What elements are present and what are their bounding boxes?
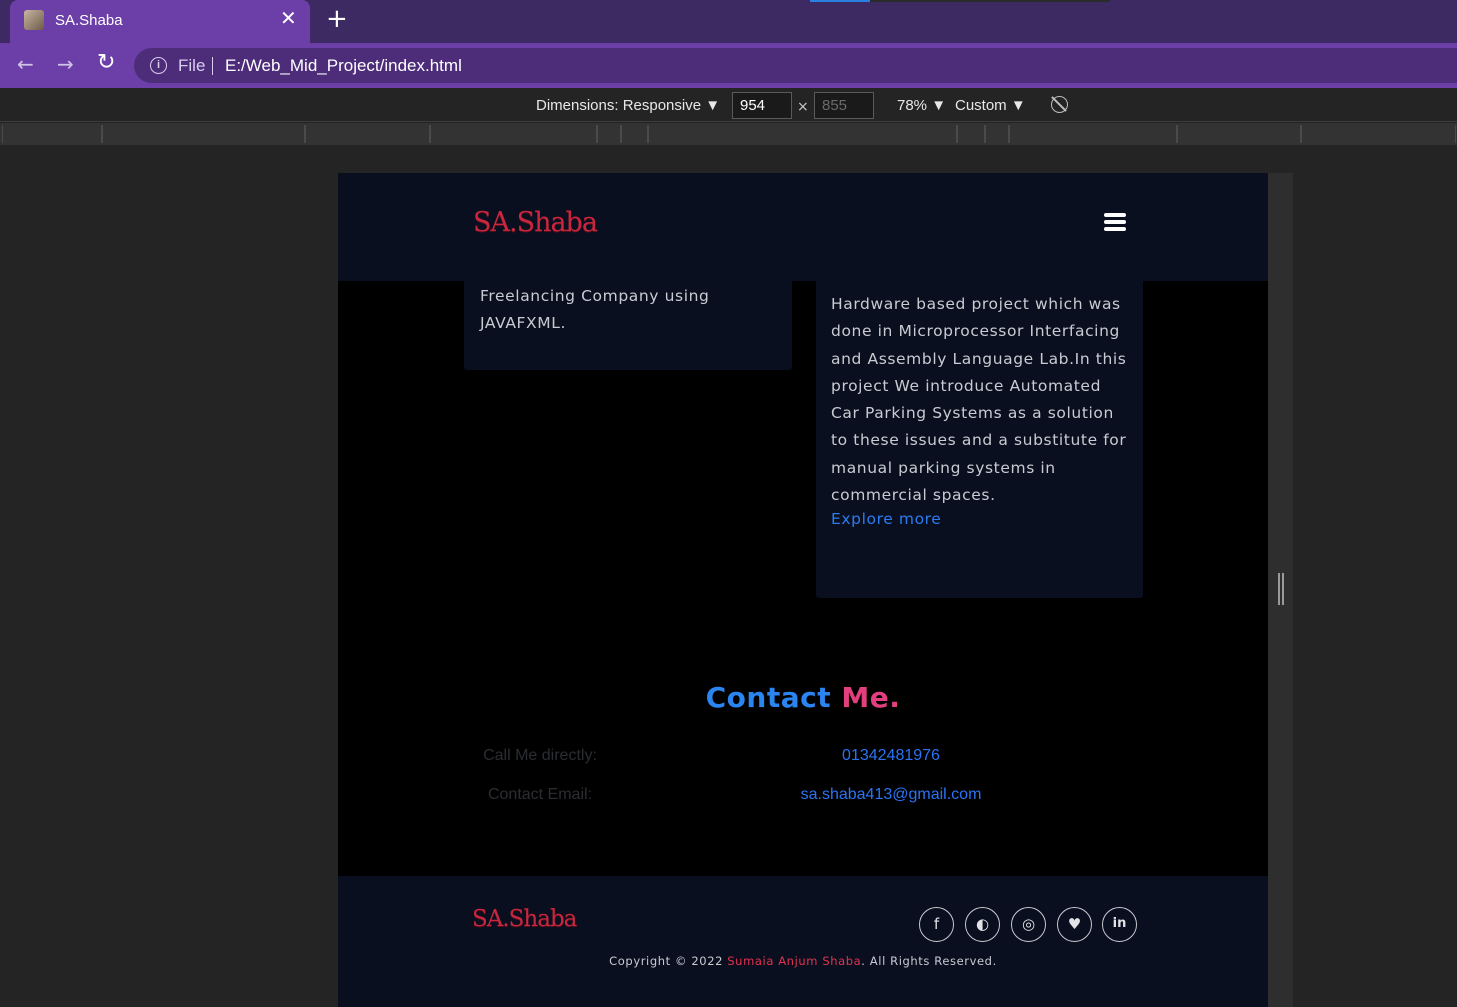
footer-logo[interactable]: SA.Shaba <box>472 906 577 932</box>
media-query-segment[interactable] <box>648 125 957 143</box>
media-query-segment[interactable] <box>597 125 621 143</box>
url-scheme: File <box>178 56 206 75</box>
url-separator <box>212 57 213 75</box>
contact-heading-word: Contact <box>705 681 832 714</box>
contact-heading-word: Me. <box>841 681 901 714</box>
hamburger-bar <box>1104 227 1126 231</box>
email-label: Contact Email: <box>487 786 593 803</box>
instagram-icon[interactable]: ◎ <box>1011 907 1046 942</box>
media-query-segment[interactable] <box>985 125 1009 143</box>
tab-title: SA.Shaba <box>55 12 123 29</box>
phone-label: Call Me directly: <box>483 747 597 764</box>
copyright-prefix: Copyright © 2022 <box>609 954 728 968</box>
viewport-resize-rail <box>1268 173 1293 1007</box>
media-query-segment[interactable] <box>957 125 985 143</box>
info-icon[interactable]: i <box>150 57 167 74</box>
hamburger-menu-icon[interactable] <box>1104 213 1126 232</box>
favicon-icon <box>24 10 44 30</box>
linkedin-icon[interactable]: in <box>1102 907 1137 942</box>
address-row: ← → ↻ i File E:/Web_Mid_Project/index.ht… <box>0 43 1457 88</box>
media-query-segment[interactable] <box>2 125 102 143</box>
project-description: Hardware based project which was done in… <box>831 295 1127 505</box>
media-query-segment[interactable] <box>430 125 597 143</box>
media-query-segment[interactable] <box>1301 125 1456 143</box>
times-symbol: × <box>797 99 809 115</box>
hamburger-bar <box>1104 220 1126 224</box>
site-navbar: SA.Shaba <box>338 173 1268 281</box>
contact-heading: Contact Me. <box>338 681 1268 714</box>
hamburger-bar <box>1104 213 1126 217</box>
media-query-bar <box>0 123 1457 145</box>
copyright-text: Copyright © 2022 Sumaia Anjum Shaba. All… <box>338 954 1268 968</box>
media-query-segment[interactable] <box>305 125 430 143</box>
address-bar[interactable]: i File E:/Web_Mid_Project/index.html <box>134 48 1457 83</box>
site-logo[interactable]: SA.Shaba <box>473 207 598 238</box>
copyright-owner: Sumaia Anjum Shaba <box>727 954 862 968</box>
phone-link[interactable]: 01342481976 <box>741 747 1041 765</box>
site-footer: SA.Shaba f ◐ ◎ ♥ in Copyright © 2022 Sum… <box>338 876 1268 1007</box>
facebook-icon[interactable]: f <box>919 907 954 942</box>
tab-close-icon[interactable]: ✕ <box>280 8 297 28</box>
tab-indicator-track <box>870 0 1110 2</box>
project-description: Freelancing Company using JAVAFXML. <box>480 287 710 333</box>
email-link[interactable]: sa.shaba413@gmail.com <box>741 786 1041 804</box>
device-toolbar: Dimensions: Responsive ▼ 954 × 855 78% ▼… <box>0 88 1457 122</box>
new-tab-button[interactable]: + <box>326 6 348 32</box>
forward-icon[interactable]: → <box>57 54 74 74</box>
throttling-dropdown[interactable]: Custom ▼ <box>955 97 1026 114</box>
media-query-segment[interactable] <box>1009 125 1177 143</box>
width-input[interactable]: 954 <box>732 92 792 119</box>
reload-icon[interactable]: ↻ <box>97 52 115 74</box>
height-input[interactable]: 855 <box>814 92 874 119</box>
device-viewport: SA.Shaba Freelancing Company using JAVAF… <box>338 173 1268 1007</box>
explore-more-link[interactable]: Explore more <box>831 510 1128 528</box>
tab-strip: SA.Shaba ✕ + <box>0 0 1457 43</box>
rotate-icon[interactable] <box>1051 96 1068 113</box>
url-text[interactable]: E:/Web_Mid_Project/index.html <box>225 56 462 76</box>
resize-handle[interactable] <box>1278 573 1284 605</box>
github-icon[interactable]: ◐ <box>965 907 1000 942</box>
tab-indicator <box>810 0 870 2</box>
copyright-suffix: . All Rights Reserved. <box>861 954 997 968</box>
zoom-dropdown[interactable]: 78% ▼ <box>897 97 946 114</box>
media-query-segment[interactable] <box>102 125 305 143</box>
browser-tab[interactable]: SA.Shaba ✕ <box>10 0 310 43</box>
media-query-segment[interactable] <box>1177 125 1301 143</box>
back-icon[interactable]: ← <box>17 54 34 74</box>
dimensions-dropdown[interactable]: Dimensions: Responsive ▼ <box>536 97 720 114</box>
media-query-segment[interactable] <box>621 125 648 143</box>
twitter-icon[interactable]: ♥ <box>1057 907 1092 942</box>
